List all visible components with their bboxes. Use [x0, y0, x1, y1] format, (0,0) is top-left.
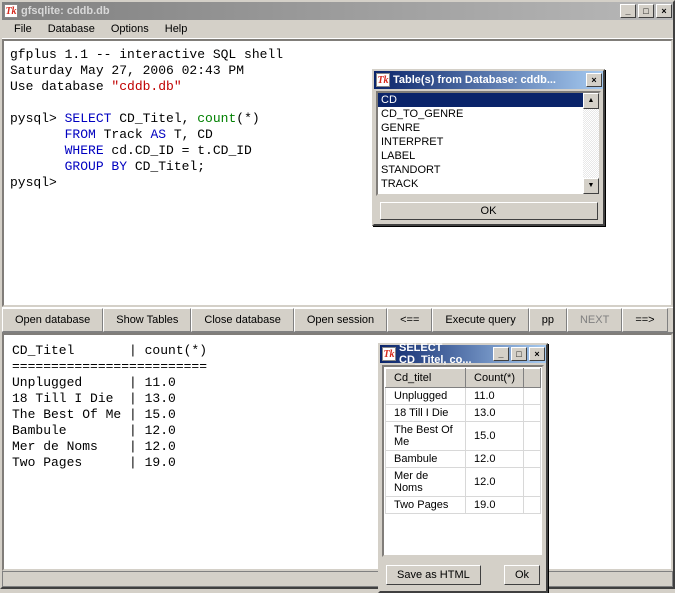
table-item[interactable]: STANDORT [378, 163, 599, 177]
tables-close-button[interactable]: × [586, 73, 602, 87]
column-header-spacer [524, 369, 541, 388]
result-row: Bambule | 12.0 [12, 423, 176, 438]
grid-row: Unplugged11.0 [386, 388, 541, 405]
menu-database[interactable]: Database [40, 21, 103, 37]
grid-row: Mer de Noms12.0 [386, 468, 541, 497]
select-title-bar: Tk SELECT CD_Titel, co... _ □ × [380, 345, 546, 363]
table-item[interactable]: GENRE [378, 121, 599, 135]
result-row: Unplugged | 11.0 [12, 375, 176, 390]
open-session-button[interactable]: Open session [294, 308, 387, 332]
show-tables-button[interactable]: Show Tables [103, 308, 191, 332]
close-button[interactable]: × [656, 4, 672, 18]
toolbar: Open database Show Tables Close database… [2, 307, 673, 333]
close-database-button[interactable]: Close database [191, 308, 293, 332]
results-pane: CD_Titel | count(*) ====================… [2, 333, 673, 571]
select-ok-button[interactable]: Ok [504, 565, 540, 585]
tk-icon: Tk [382, 347, 396, 361]
tables-ok-button[interactable]: OK [380, 202, 598, 220]
menu-options[interactable]: Options [103, 21, 157, 37]
tk-icon: Tk [4, 4, 18, 18]
menu-file[interactable]: File [6, 21, 40, 37]
tables-scrollbar[interactable]: ▲ ▼ [583, 93, 599, 194]
grid-row: Two Pages19.0 [386, 497, 541, 514]
tables-title: Table(s) from Database: cddb... [393, 74, 585, 86]
select-close-button[interactable]: × [529, 347, 545, 361]
column-header[interactable]: Count(*) [466, 369, 524, 388]
table-item[interactable]: TRACK [378, 177, 599, 191]
main-title: gfsqlite: cddb.db [21, 5, 619, 17]
tables-list: CD CD_TO_GENRE GENRE INTERPRET LABEL STA… [376, 91, 601, 196]
main-title-bar: Tk gfsqlite: cddb.db _ □ × [2, 2, 673, 20]
execute-query-button[interactable]: Execute query [432, 308, 528, 332]
open-database-button[interactable]: Open database [2, 308, 103, 332]
tables-window: Tk Table(s) from Database: cddb... × CD … [372, 69, 605, 226]
grid-row: 18 Till I Die13.0 [386, 405, 541, 422]
scroll-down-icon[interactable]: ▼ [583, 178, 599, 194]
back-button[interactable]: <== [387, 308, 432, 332]
result-row: Mer de Noms | 12.0 [12, 439, 176, 454]
grid-row: The Best Of Me15.0 [386, 422, 541, 451]
next-button[interactable]: NEXT [567, 308, 622, 332]
table-item[interactable]: LABEL [378, 149, 599, 163]
table-item[interactable]: CD_TO_GENRE [378, 107, 599, 121]
pp-button[interactable]: pp [529, 308, 567, 332]
result-grid: Cd_titel Count(*) Unplugged11.0 18 Till … [382, 365, 544, 557]
menu-help[interactable]: Help [157, 21, 196, 37]
table-item[interactable]: INTERPRET [378, 135, 599, 149]
forward-button[interactable]: ==> [622, 308, 667, 332]
result-row: 18 Till I Die | 13.0 [12, 391, 176, 406]
scroll-up-icon[interactable]: ▲ [583, 93, 599, 109]
grid-row: Bambule12.0 [386, 451, 541, 468]
maximize-button[interactable]: □ [638, 4, 654, 18]
select-title: SELECT CD_Titel, co... [399, 342, 492, 366]
save-html-button[interactable]: Save as HTML [386, 565, 481, 585]
result-row: Two Pages | 19.0 [12, 455, 176, 470]
horizontal-scrollbar[interactable] [2, 571, 673, 587]
tables-title-bar: Tk Table(s) from Database: cddb... × [374, 71, 603, 89]
menu-bar: File Database Options Help [2, 20, 673, 39]
select-min-button[interactable]: _ [493, 347, 509, 361]
minimize-button[interactable]: _ [620, 4, 636, 18]
result-row: The Best Of Me | 15.0 [12, 407, 176, 422]
select-max-button[interactable]: □ [511, 347, 527, 361]
column-header[interactable]: Cd_titel [386, 369, 466, 388]
table-item[interactable]: CD [378, 93, 599, 107]
tk-icon: Tk [376, 73, 390, 87]
select-result-window: Tk SELECT CD_Titel, co... _ □ × Cd_titel… [378, 343, 548, 593]
